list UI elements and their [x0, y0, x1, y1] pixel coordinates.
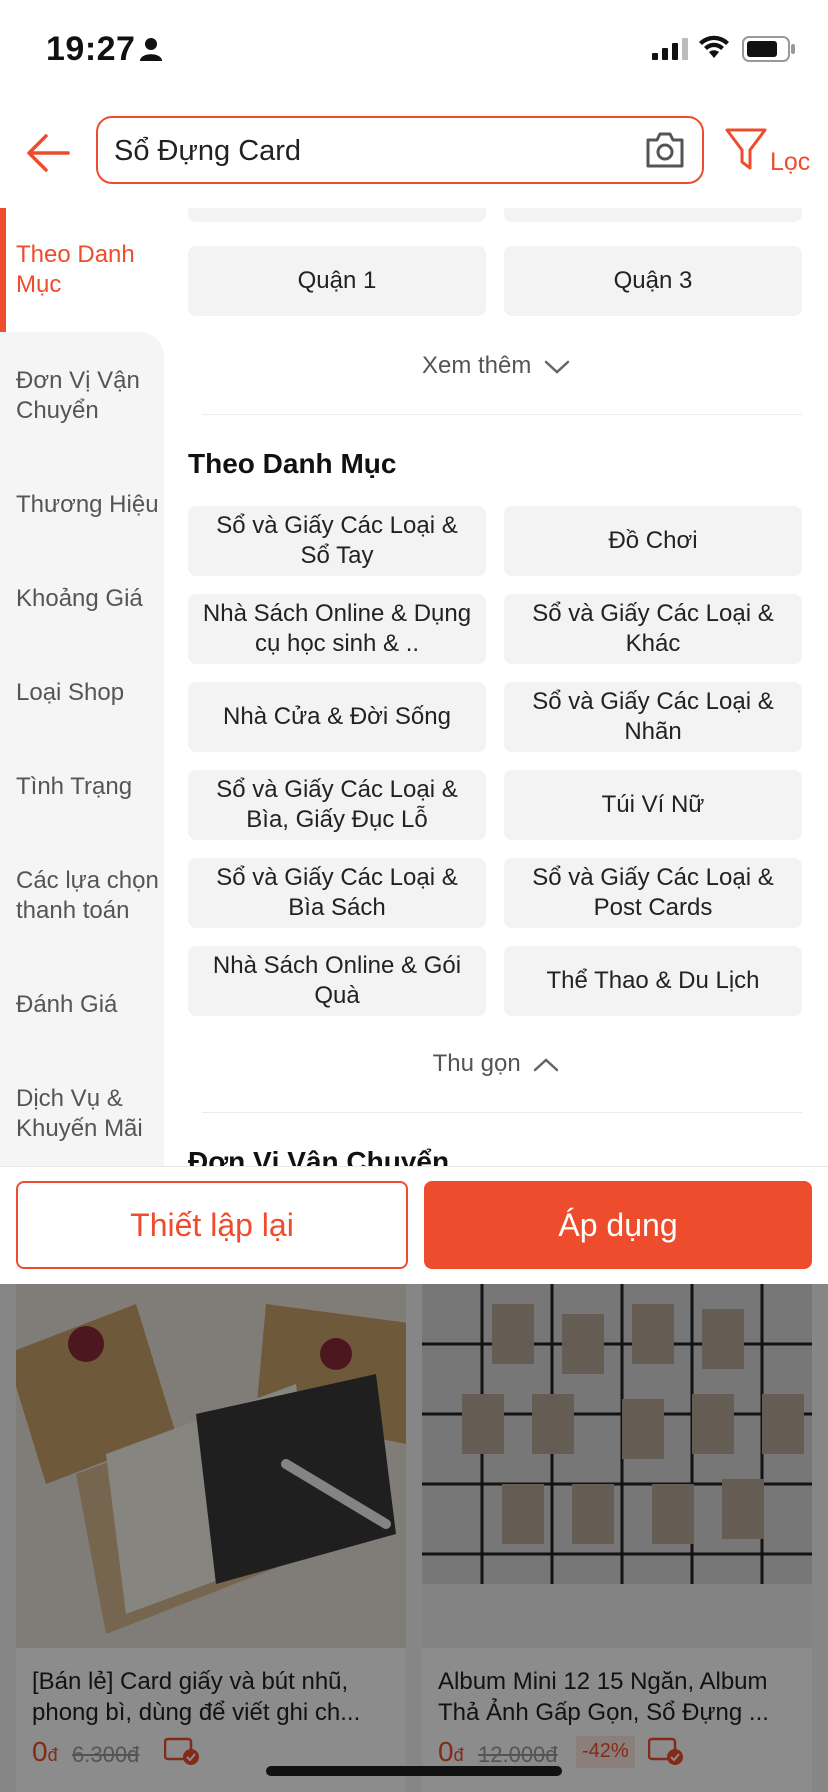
sidebar-item-shipping[interactable]: Đơn Vị Vận Chuyển — [0, 366, 164, 426]
product-price-currency: đ — [47, 1745, 58, 1765]
apply-button[interactable]: Áp dụng — [424, 1181, 812, 1269]
category-chip[interactable]: Túi Ví Nữ — [504, 770, 802, 840]
sidebar-item-shop-type[interactable]: Loại Shop — [0, 678, 164, 708]
category-chip[interactable]: Thể Thao & Du Lịch — [504, 946, 802, 1016]
product-card[interactable]: Album Mini 12 15 Ngăn, Album Thả Ảnh Gấp… — [422, 1284, 812, 1792]
category-chip[interactable]: Nhà Cửa & Đời Sống — [188, 682, 486, 752]
home-indicator — [266, 1766, 562, 1776]
sidebar-item-payment[interactable]: Các lựa chọn thanh toán — [0, 866, 164, 926]
person-icon — [138, 36, 164, 67]
filter-label: Lọc — [770, 148, 811, 176]
see-more-label: Xem thêm — [421, 352, 532, 379]
location-chip-hidden[interactable] — [504, 208, 802, 222]
search-input[interactable]: Sổ Đựng Card — [96, 116, 704, 184]
category-chip[interactable]: Sổ và Giấy Các Loại & Sổ Tay — [188, 506, 486, 576]
product-grid: [Bán lẻ] Card giấy và bút nhũ, phong bì,… — [0, 1284, 828, 1792]
sidebar-item-rating[interactable]: Đánh Giá — [0, 990, 164, 1020]
collapse-button[interactable]: Thu gọn — [164, 1050, 828, 1078]
category-chip[interactable]: Sổ và Giấy Các Loại & Khác — [504, 594, 802, 664]
status-time: 19:27 — [46, 30, 136, 68]
search-header: Sổ Đựng Card Lọc — [0, 100, 828, 209]
status-bar: 19:27 — [0, 0, 828, 100]
category-chip[interactable]: Nhà Sách Online & Dụng cụ học sinh & .. — [188, 594, 486, 664]
category-chip[interactable]: Sổ và Giấy Các Loại & Bìa Sách — [188, 858, 486, 928]
free-shipping-icon — [647, 1736, 684, 1771]
free-shipping-icon — [163, 1736, 200, 1771]
product-price-value: 0 — [438, 1736, 454, 1767]
search-query: Sổ Đựng Card — [114, 135, 302, 167]
product-old-price: 6.300đ — [72, 1742, 140, 1767]
sidebar-item-price-range[interactable]: Khoảng Giá — [0, 584, 164, 614]
product-title: [Bán lẻ] Card giấy và bút nhũ, phong bì,… — [32, 1668, 361, 1726]
location-chip[interactable]: Quận 3 — [504, 246, 802, 316]
location-chip-hidden[interactable] — [188, 208, 486, 222]
category-chip[interactable]: Sổ và Giấy Các Loại & Post Cards — [504, 858, 802, 928]
chevron-down-icon — [544, 360, 570, 374]
category-section-title: Theo Danh Mục — [188, 448, 397, 479]
category-chip[interactable]: Đồ Chơi — [504, 506, 802, 576]
product-card[interactable]: [Bán lẻ] Card giấy và bút nhũ, phong bì,… — [16, 1284, 406, 1792]
category-chip[interactable]: Nhà Sách Online & Gói Quà — [188, 946, 486, 1016]
product-price-currency: đ — [453, 1745, 464, 1765]
location-chip[interactable]: Quận 1 — [188, 246, 486, 316]
product-title: Album Mini 12 15 Ngăn, Album Thả Ảnh Gấp… — [438, 1668, 769, 1726]
sidebar-item-services[interactable]: Dịch Vụ & Khuyến Mãi — [0, 1084, 164, 1144]
category-chip[interactable]: Sổ và Giấy Các Loại & Nhãn — [504, 682, 802, 752]
product-image — [16, 1284, 406, 1648]
sidebar-item-brand[interactable]: Thương Hiệu — [0, 490, 164, 520]
filter-button[interactable]: Lọc — [724, 126, 828, 182]
section-divider — [202, 1112, 802, 1113]
filter-options-panel: Quận 1 Quận 3 Xem thêm Theo Danh Mục Sổ … — [164, 208, 828, 1166]
camera-icon[interactable] — [644, 130, 686, 175]
filter-sidebar: Theo Danh Mục Đơn Vị Vận Chuyển Thương H… — [0, 208, 164, 1166]
product-old-price: 12.000đ — [478, 1742, 558, 1767]
filter-action-bar: Thiết lập lại Áp dụng — [0, 1166, 828, 1285]
battery-icon — [742, 36, 796, 67]
cellular-signal-icon — [652, 38, 688, 65]
filter-funnel-icon — [725, 128, 767, 170]
shipping-section-title: Đơn Vị Vận Chuyển — [188, 1146, 450, 1166]
discount-badge: -42% — [576, 1736, 635, 1768]
sidebar-item-category[interactable]: Theo Danh Mục — [0, 240, 164, 300]
category-chip[interactable]: Sổ và Giấy Các Loại & Bìa, Giấy Đục Lỗ — [188, 770, 486, 840]
product-price: 0đ — [438, 1736, 464, 1768]
sidebar-curve — [0, 332, 164, 368]
chevron-up-icon — [534, 1057, 559, 1071]
reset-button[interactable]: Thiết lập lại — [16, 1181, 408, 1269]
product-price: 0đ — [32, 1736, 58, 1768]
arrow-left-icon — [27, 134, 70, 172]
product-image — [422, 1284, 812, 1648]
collapse-label: Thu gọn — [432, 1050, 521, 1077]
product-price-value: 0 — [32, 1736, 48, 1767]
sidebar-item-condition[interactable]: Tình Trạng — [0, 772, 164, 802]
section-divider — [202, 414, 802, 415]
back-button[interactable] — [24, 128, 74, 178]
wifi-icon — [698, 34, 730, 65]
see-more-button[interactable]: Xem thêm — [164, 352, 828, 380]
